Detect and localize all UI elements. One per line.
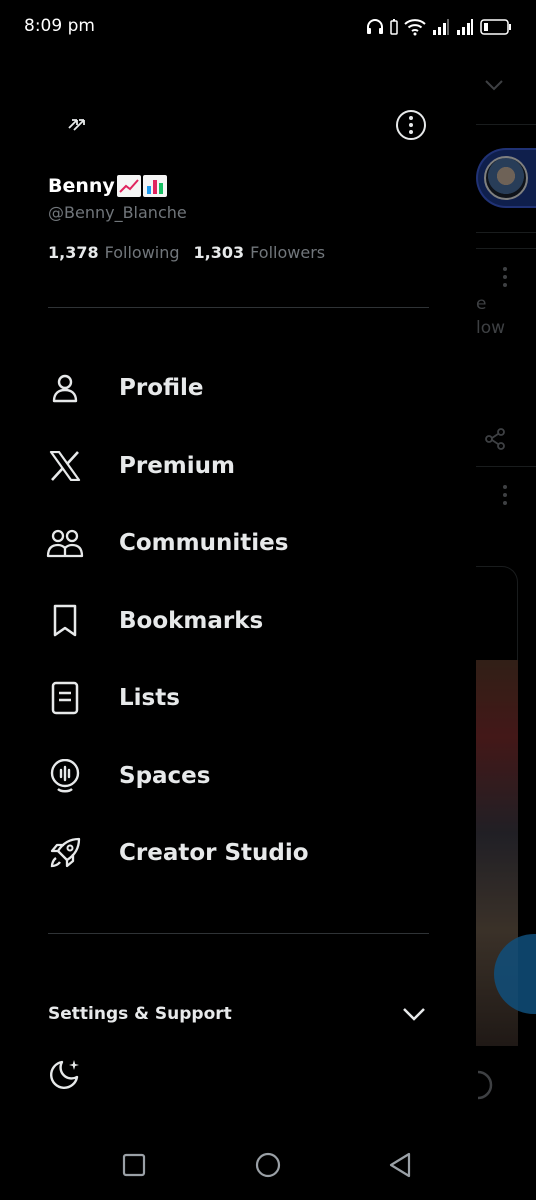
feed-divider	[476, 124, 536, 125]
bookmark-icon	[46, 602, 84, 640]
status-icons	[366, 16, 512, 38]
more-vertical-icon	[503, 485, 507, 505]
list-icon	[46, 679, 84, 717]
x-logo-icon	[46, 447, 84, 485]
menu-item-bookmarks[interactable]: Bookmarks	[0, 591, 476, 651]
followers-label[interactable]: Followers	[250, 243, 325, 262]
share-icon	[485, 428, 505, 450]
back-button[interactable]	[385, 1150, 415, 1180]
settings-support-label: Settings & Support	[48, 1004, 232, 1024]
feed-divider	[476, 232, 536, 233]
menu-item-label: Premium	[119, 453, 235, 479]
circle-icon	[255, 1152, 281, 1178]
battery-icon	[480, 19, 511, 35]
square-icon	[122, 1153, 146, 1177]
menu-item-creator-studio[interactable]: Creator Studio	[0, 823, 476, 883]
bar-chart-emoji-icon	[142, 175, 167, 197]
spaces-avatar-bubble	[476, 148, 536, 208]
menu-item-communities[interactable]: Communities	[0, 513, 476, 573]
following-label[interactable]: Following	[105, 243, 180, 262]
avatar	[484, 156, 528, 200]
moon-icon	[49, 1060, 79, 1090]
status-time: 8:09 pm	[24, 16, 95, 36]
menu-item-lists[interactable]: Lists	[0, 668, 476, 728]
settings-support-toggle[interactable]: Settings & Support	[0, 990, 476, 1038]
menu-item-label: Lists	[119, 685, 180, 711]
chevron-down-icon	[403, 1008, 425, 1021]
profile-display-name[interactable]: Benny	[48, 175, 167, 197]
more-options-button[interactable]	[394, 108, 428, 142]
profile-handle[interactable]: @Benny_Blanche	[48, 203, 187, 222]
feed-text-fragment: e	[476, 294, 487, 314]
signal-icon-2	[457, 19, 473, 35]
status-bar: 8:09 pm	[0, 0, 536, 54]
headphones-icon	[367, 19, 383, 34]
divider	[48, 933, 429, 934]
display-name-text: Benny	[48, 175, 115, 197]
follow-stats: 1,378 Following 1,303 Followers	[48, 243, 333, 262]
more-vertical-icon	[503, 267, 507, 287]
rocket-icon	[46, 834, 84, 872]
feed-text-fragment: low	[476, 318, 506, 338]
menu-item-label: Spaces	[119, 763, 211, 789]
triangle-back-icon	[389, 1152, 411, 1178]
menu-item-label: Profile	[119, 375, 204, 401]
feed-divider	[476, 466, 536, 467]
menu-item-spaces[interactable]: Spaces	[0, 746, 476, 806]
chart-increasing-emoji-icon	[116, 175, 141, 197]
switch-account-icon	[68, 119, 85, 131]
followers-count[interactable]: 1,303	[194, 243, 245, 262]
divider	[48, 307, 429, 308]
communities-icon	[46, 524, 84, 562]
switch-account-button[interactable]	[62, 108, 92, 138]
menu-item-premium[interactable]: Premium	[0, 436, 476, 496]
background-feed: e low	[476, 54, 536, 1130]
recent-apps-button[interactable]	[119, 1150, 149, 1180]
loading-spinner-icon	[477, 1070, 493, 1100]
menu-item-label: Communities	[119, 530, 289, 556]
following-count[interactable]: 1,378	[48, 243, 99, 262]
battery-saver-icon	[390, 19, 398, 35]
more-circle-icon	[396, 110, 426, 140]
signal-icon-1	[433, 19, 449, 35]
spaces-icon	[46, 757, 84, 795]
wifi-icon	[404, 19, 426, 36]
menu-item-profile[interactable]: Profile	[0, 358, 476, 418]
system-navigation-bar	[0, 1130, 536, 1200]
chevron-down-icon	[485, 80, 503, 91]
menu-item-label: Creator Studio	[119, 840, 309, 866]
dark-mode-button[interactable]	[46, 1056, 84, 1094]
feed-divider	[476, 248, 536, 249]
menu-item-label: Bookmarks	[119, 608, 264, 634]
person-icon	[46, 369, 84, 407]
home-button[interactable]	[253, 1150, 283, 1180]
